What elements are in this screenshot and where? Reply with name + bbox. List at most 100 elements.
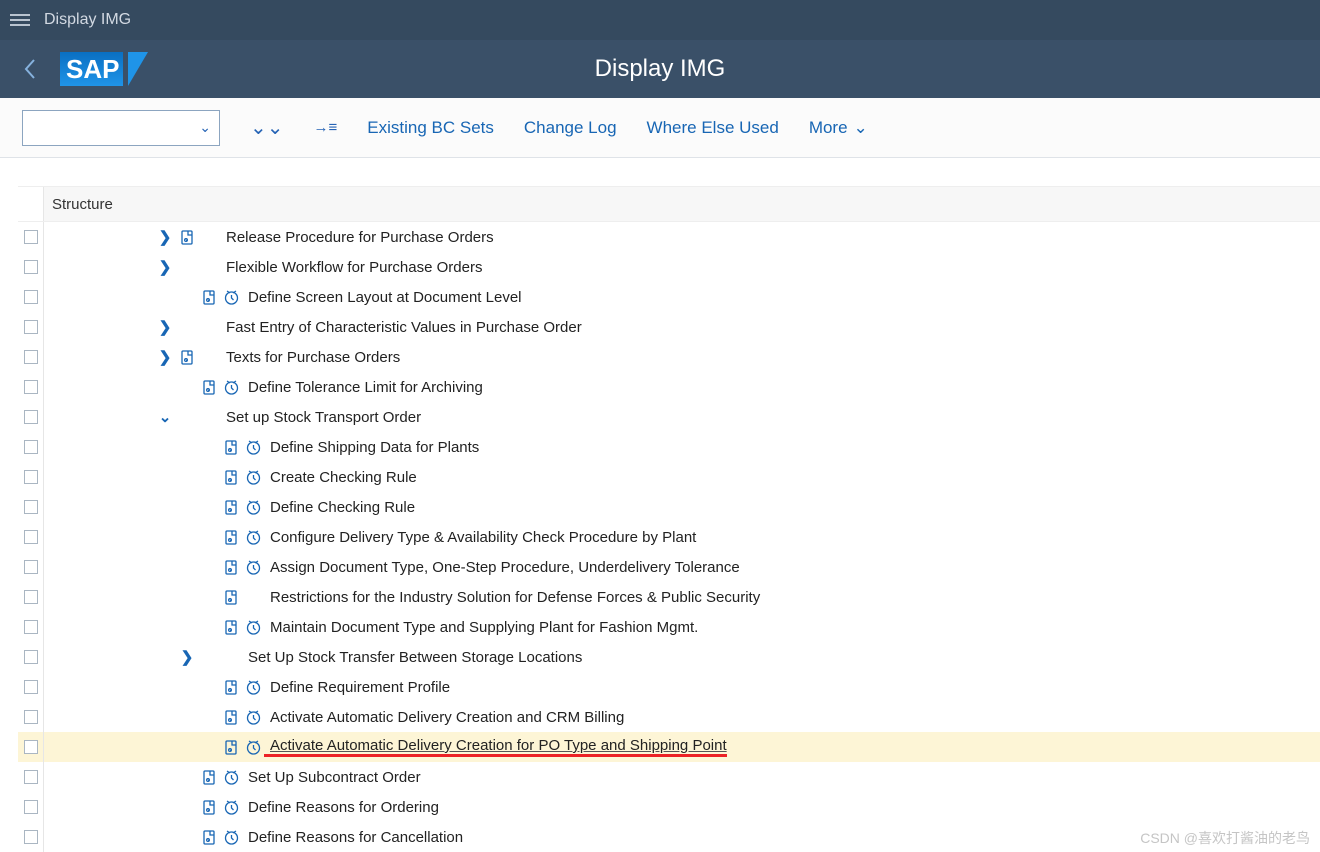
tree-node-label: Define Screen Layout at Document Level — [242, 289, 522, 306]
activity-icon[interactable] — [220, 799, 242, 816]
where-else-used-link[interactable]: Where Else Used — [647, 118, 779, 138]
row-checkbox[interactable] — [24, 500, 38, 514]
row-checkbox[interactable] — [24, 530, 38, 544]
document-icon[interactable] — [220, 499, 242, 516]
document-icon[interactable] — [220, 679, 242, 696]
row-checkbox[interactable] — [24, 470, 38, 484]
menu-icon[interactable] — [10, 14, 30, 26]
tree-row[interactable]: Maintain Document Type and Supplying Pla… — [18, 612, 1320, 642]
tree-row[interactable]: Define Reasons for Ordering — [18, 792, 1320, 822]
tree-row[interactable]: Define Reasons for Cancellation — [18, 822, 1320, 852]
expand-right-icon[interactable]: ❯ — [154, 258, 176, 276]
tree-node-label: Set up Stock Transport Order — [220, 409, 421, 426]
row-checkbox[interactable] — [24, 770, 38, 784]
expand-right-icon[interactable]: ❯ — [176, 648, 198, 666]
document-icon[interactable] — [220, 709, 242, 726]
tree-row[interactable]: ❯Fast Entry of Characteristic Values in … — [18, 312, 1320, 342]
row-checkbox[interactable] — [24, 230, 38, 244]
activity-icon[interactable] — [242, 619, 264, 636]
row-checkbox[interactable] — [24, 800, 38, 814]
activity-icon[interactable] — [242, 739, 264, 756]
document-icon[interactable] — [220, 559, 242, 576]
document-icon[interactable] — [198, 289, 220, 306]
activity-icon[interactable] — [242, 439, 264, 456]
row-checkbox[interactable] — [24, 590, 38, 604]
activity-icon[interactable] — [242, 559, 264, 576]
existing-bc-sets-link[interactable]: Existing BC Sets — [367, 118, 494, 138]
back-button[interactable] — [0, 40, 60, 98]
watermark: CSDN @喜欢打酱油的老鸟 — [1140, 828, 1310, 848]
row-checkbox[interactable] — [24, 680, 38, 694]
row-checkbox[interactable] — [24, 260, 38, 274]
expand-right-icon[interactable]: ❯ — [154, 228, 176, 246]
tree-row[interactable]: Assign Document Type, One-Step Procedure… — [18, 552, 1320, 582]
tree-row[interactable]: Restrictions for the Industry Solution f… — [18, 582, 1320, 612]
tree-row[interactable]: Define Screen Layout at Document Level — [18, 282, 1320, 312]
document-icon[interactable] — [176, 349, 198, 366]
row-checkbox[interactable] — [24, 410, 38, 424]
tree-node-label: Activate Automatic Delivery Creation and… — [264, 709, 624, 726]
activity-icon[interactable] — [220, 829, 242, 846]
row-checkbox[interactable] — [24, 740, 38, 754]
activity-icon[interactable] — [220, 769, 242, 786]
row-checkbox[interactable] — [24, 620, 38, 634]
row-checkbox[interactable] — [24, 650, 38, 664]
tree-row[interactable]: ⌄ Set up Stock Transport Order — [18, 402, 1320, 432]
expand-down-icon[interactable]: ⌄ — [154, 408, 176, 426]
tree-node-label: Activate Automatic Delivery Creation for… — [264, 737, 727, 757]
row-checkbox[interactable] — [24, 290, 38, 304]
tree-row[interactable]: Define Tolerance Limit for Archiving — [18, 372, 1320, 402]
row-checkbox[interactable] — [24, 440, 38, 454]
document-icon[interactable] — [220, 739, 242, 756]
row-checkbox[interactable] — [24, 710, 38, 724]
more-menu[interactable]: More ⌄ — [809, 118, 868, 138]
expand-right-icon[interactable]: ❯ — [154, 348, 176, 366]
change-log-link[interactable]: Change Log — [524, 118, 617, 138]
more-label: More — [809, 118, 848, 138]
tree-row[interactable]: Configure Delivery Type & Availability C… — [18, 522, 1320, 552]
page-title: Display IMG — [595, 55, 726, 83]
row-checkbox[interactable] — [24, 830, 38, 844]
document-icon[interactable] — [198, 829, 220, 846]
document-icon[interactable] — [198, 799, 220, 816]
expand-all-icon[interactable]: ⌄⌄ — [250, 115, 284, 140]
activity-icon[interactable] — [242, 469, 264, 486]
document-icon[interactable] — [198, 379, 220, 396]
tree-row[interactable]: ❯Set Up Stock Transfer Between Storage L… — [18, 642, 1320, 672]
tree-row[interactable]: ❯Release Procedure for Purchase Orders — [18, 222, 1320, 252]
tree-row[interactable]: Define Requirement Profile — [18, 672, 1320, 702]
activity-icon[interactable] — [242, 709, 264, 726]
shell-bar: Display IMG — [0, 0, 1320, 40]
toolbar: ⌄ ⌄⌄ →≡ Existing BC Sets Change Log Wher… — [0, 98, 1320, 158]
row-checkbox[interactable] — [24, 560, 38, 574]
row-checkbox[interactable] — [24, 350, 38, 364]
tree-row[interactable]: Activate Automatic Delivery Creation for… — [18, 732, 1320, 762]
activity-icon[interactable] — [242, 499, 264, 516]
document-icon[interactable] — [176, 229, 198, 246]
tree-row[interactable]: ❯Texts for Purchase Orders — [18, 342, 1320, 372]
collapse-icon[interactable]: →≡ — [314, 119, 338, 136]
activity-icon[interactable] — [220, 379, 242, 396]
document-icon[interactable] — [220, 469, 242, 486]
document-icon[interactable] — [220, 589, 242, 606]
tree-row[interactable]: Set Up Subcontract Order — [18, 762, 1320, 792]
tree-row[interactable]: Activate Automatic Delivery Creation and… — [18, 702, 1320, 732]
toolbar-select[interactable]: ⌄ — [22, 110, 220, 146]
tree-row[interactable]: Define Shipping Data for Plants — [18, 432, 1320, 462]
expand-right-icon[interactable]: ❯ — [154, 318, 176, 336]
activity-icon[interactable] — [220, 289, 242, 306]
activity-icon[interactable] — [242, 529, 264, 546]
document-icon[interactable] — [220, 619, 242, 636]
tree-row[interactable]: Define Checking Rule — [18, 492, 1320, 522]
document-icon[interactable] — [220, 529, 242, 546]
tree-node-label: Define Reasons for Ordering — [242, 799, 439, 816]
tree-row[interactable]: Create Checking Rule — [18, 462, 1320, 492]
tree-row[interactable]: ❯Flexible Workflow for Purchase Orders — [18, 252, 1320, 282]
shell-title: Display IMG — [44, 11, 131, 29]
tree-node-label: Define Shipping Data for Plants — [264, 439, 479, 456]
document-icon[interactable] — [198, 769, 220, 786]
row-checkbox[interactable] — [24, 320, 38, 334]
activity-icon[interactable] — [242, 679, 264, 696]
document-icon[interactable] — [220, 439, 242, 456]
row-checkbox[interactable] — [24, 380, 38, 394]
